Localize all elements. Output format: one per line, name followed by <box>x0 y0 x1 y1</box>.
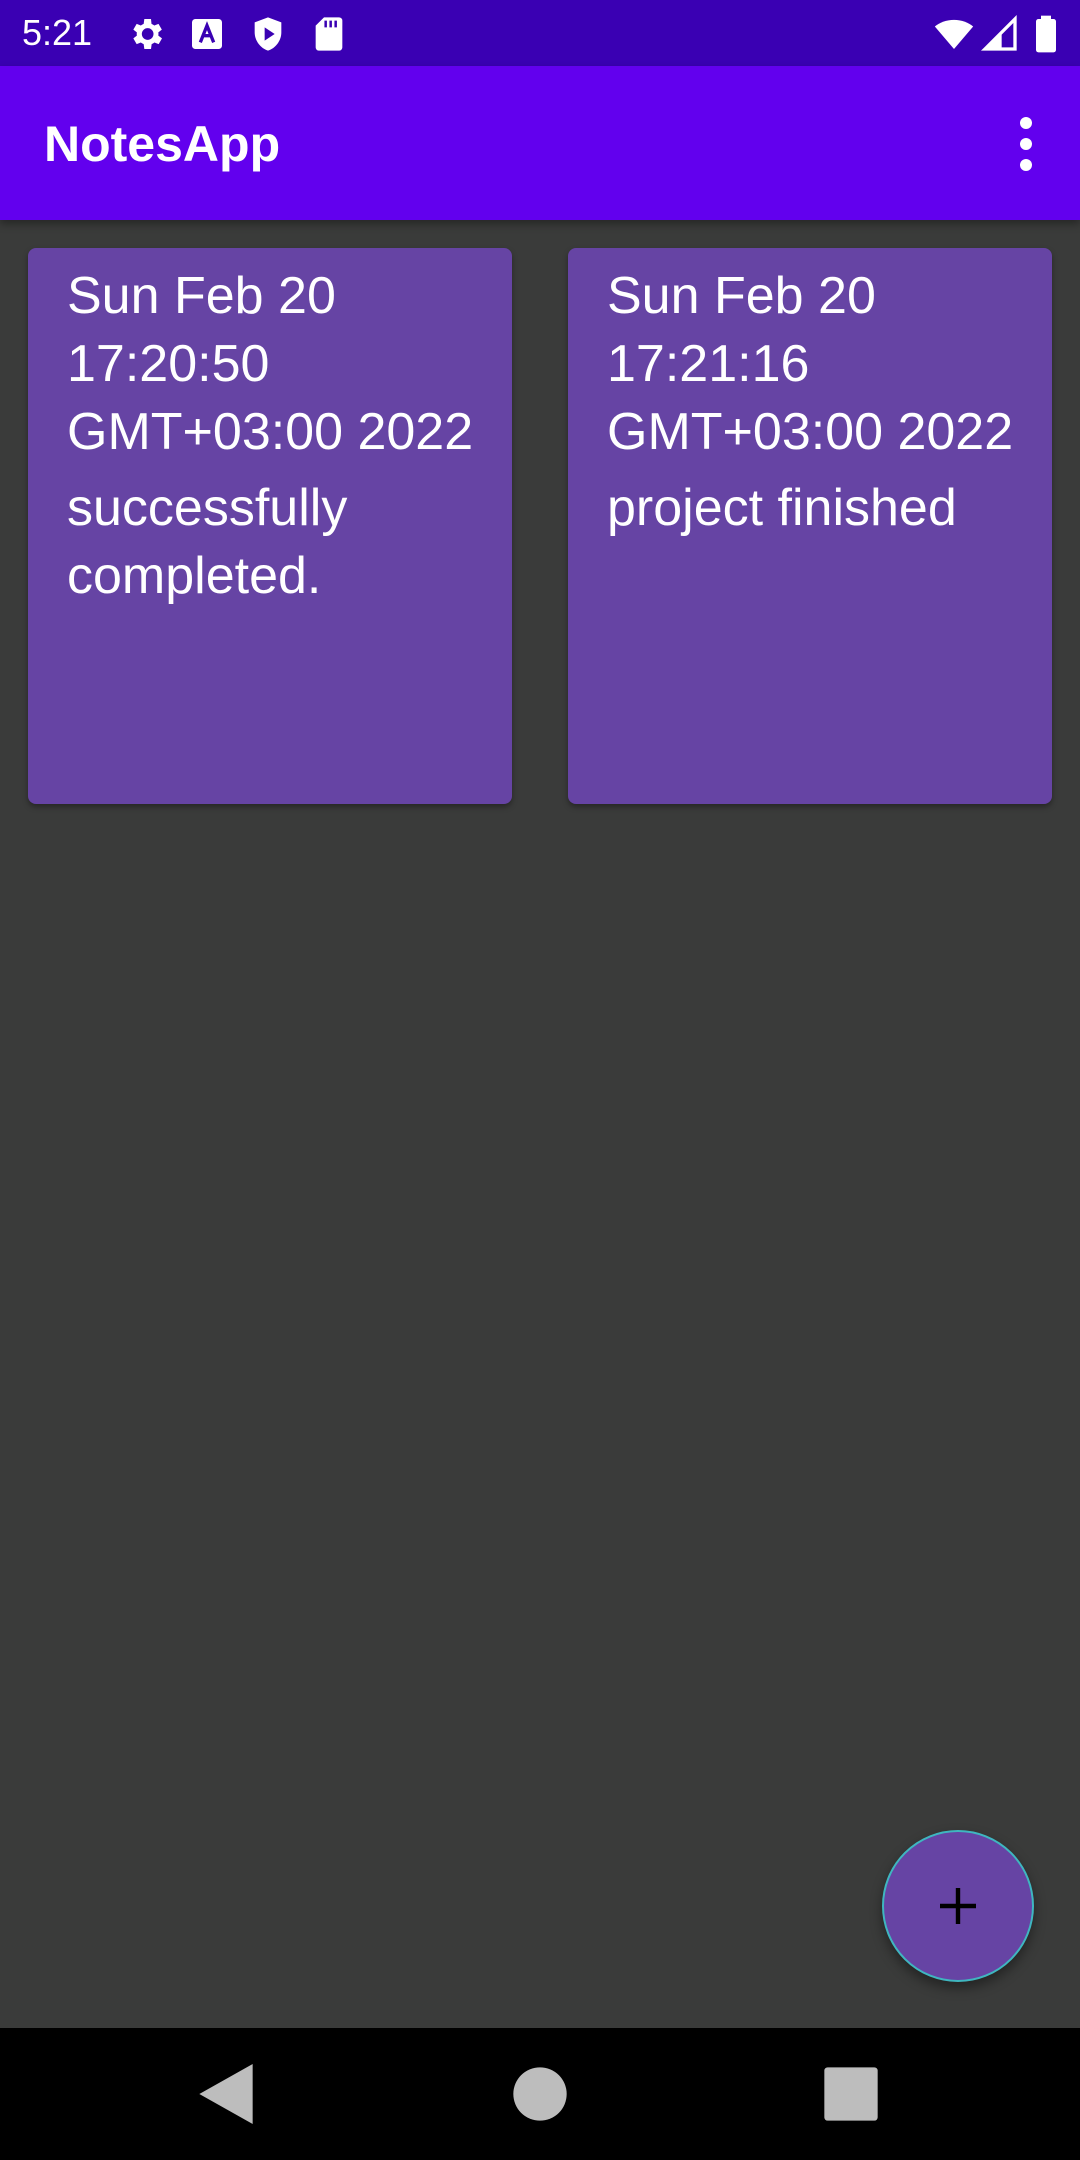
add-icon <box>940 1888 976 1924</box>
status-time: 5:21 <box>22 12 93 53</box>
status-bar: 5:21 <box>0 0 1080 66</box>
note-text: successfully completed. <box>67 479 348 605</box>
app-title: NotesApp <box>44 116 281 172</box>
nav-bar <box>0 2028 1080 2160</box>
overflow-dot <box>1020 138 1032 150</box>
sd-card-icon <box>309 14 349 54</box>
note-date: Sun Feb 20 17:21:16 GMT+03:00 2022 <box>607 267 1014 461</box>
wifi-icon <box>934 14 974 54</box>
back-icon[interactable] <box>186 2054 266 2134</box>
overflow-dot <box>1020 117 1032 129</box>
overflow-dot <box>1020 159 1032 171</box>
app-bar: NotesApp <box>0 66 1080 220</box>
battery-icon <box>1026 14 1066 54</box>
play-shield-icon <box>248 14 288 54</box>
note-text: project finished <box>607 479 957 537</box>
a-box-icon <box>187 14 227 54</box>
note-card[interactable]: Sun Feb 20 17:20:50 GMT+03:00 2022 succe… <box>28 248 512 804</box>
note-card[interactable]: Sun Feb 20 17:21:16 GMT+03:00 2022 proje… <box>568 248 1052 804</box>
note-date: Sun Feb 20 17:20:50 GMT+03:00 2022 <box>67 267 474 461</box>
add-note-button[interactable] <box>882 1830 1034 1982</box>
cell-signal-icon <box>980 14 1020 54</box>
settings-icon <box>126 14 166 54</box>
home-icon[interactable] <box>500 2054 580 2134</box>
recents-icon[interactable] <box>811 2054 891 2134</box>
more-vert-icon[interactable] <box>990 104 1062 184</box>
